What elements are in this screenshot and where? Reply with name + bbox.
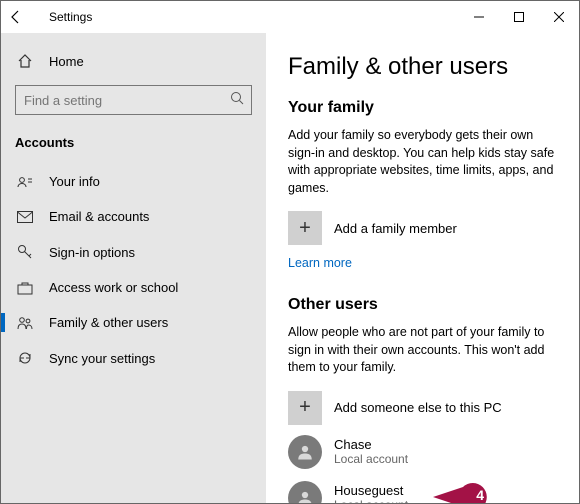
user-row[interactable]: Houseguest Local account 4 — [288, 481, 557, 504]
home-nav[interactable]: Home — [1, 47, 266, 75]
sidebar: Home Accounts Your info Email & accounts — [1, 33, 266, 503]
minimize-button[interactable] — [459, 1, 499, 33]
home-icon — [15, 53, 35, 69]
sidebar-item-access-work-school[interactable]: Access work or school — [1, 270, 266, 305]
user-row[interactable]: Chase Local account — [288, 435, 557, 469]
main-panel: Family & other users Your family Add you… — [266, 33, 579, 503]
user-type: Local account — [334, 452, 408, 466]
page-title: Family & other users — [288, 53, 557, 81]
sidebar-item-sync-settings[interactable]: Sync your settings — [1, 340, 266, 376]
user-name: Chase — [334, 437, 408, 452]
avatar-icon — [288, 435, 322, 469]
sidebar-item-email-accounts[interactable]: Email & accounts — [1, 199, 266, 234]
sidebar-item-label: Family & other users — [49, 315, 168, 330]
sidebar-item-label: Sync your settings — [49, 351, 155, 366]
family-heading: Your family — [288, 99, 557, 117]
people-icon — [15, 316, 35, 330]
search-input[interactable] — [15, 85, 252, 115]
add-family-label: Add a family member — [334, 221, 457, 236]
key-icon — [15, 244, 35, 260]
person-card-icon — [15, 175, 35, 189]
mail-icon — [15, 211, 35, 223]
user-name: Houseguest — [334, 483, 408, 498]
titlebar: Settings — [1, 1, 579, 33]
back-button[interactable] — [9, 10, 33, 24]
add-family-member-button[interactable]: + Add a family member — [288, 211, 557, 245]
plus-icon: + — [288, 391, 322, 425]
maximize-button[interactable] — [499, 1, 539, 33]
annotation-callout: 4 — [433, 483, 491, 504]
other-users-description: Allow people who are not part of your fa… — [288, 324, 557, 377]
sidebar-item-your-info[interactable]: Your info — [1, 164, 266, 199]
learn-more-link[interactable]: Learn more — [288, 256, 352, 270]
add-other-user-button[interactable]: + Add someone else to this PC — [288, 391, 557, 425]
home-label: Home — [49, 54, 84, 69]
sync-icon — [15, 350, 35, 366]
sidebar-item-label: Email & accounts — [49, 209, 149, 224]
family-description: Add your family so everybody gets their … — [288, 127, 557, 197]
sidebar-item-label: Your info — [49, 174, 100, 189]
plus-icon: + — [288, 211, 322, 245]
add-other-label: Add someone else to this PC — [334, 400, 502, 415]
sidebar-section: Accounts — [1, 129, 266, 164]
annotation-number: 4 — [476, 487, 484, 503]
briefcase-icon — [15, 281, 35, 295]
window-title: Settings — [49, 10, 92, 24]
sidebar-item-signin-options[interactable]: Sign-in options — [1, 234, 266, 270]
user-type: Local account — [334, 498, 408, 503]
sidebar-item-family-other-users[interactable]: Family & other users — [1, 305, 266, 340]
other-users-heading: Other users — [288, 296, 557, 314]
sidebar-item-label: Sign-in options — [49, 245, 135, 260]
close-button[interactable] — [539, 1, 579, 33]
avatar-icon — [288, 481, 322, 504]
sidebar-item-label: Access work or school — [49, 280, 178, 295]
